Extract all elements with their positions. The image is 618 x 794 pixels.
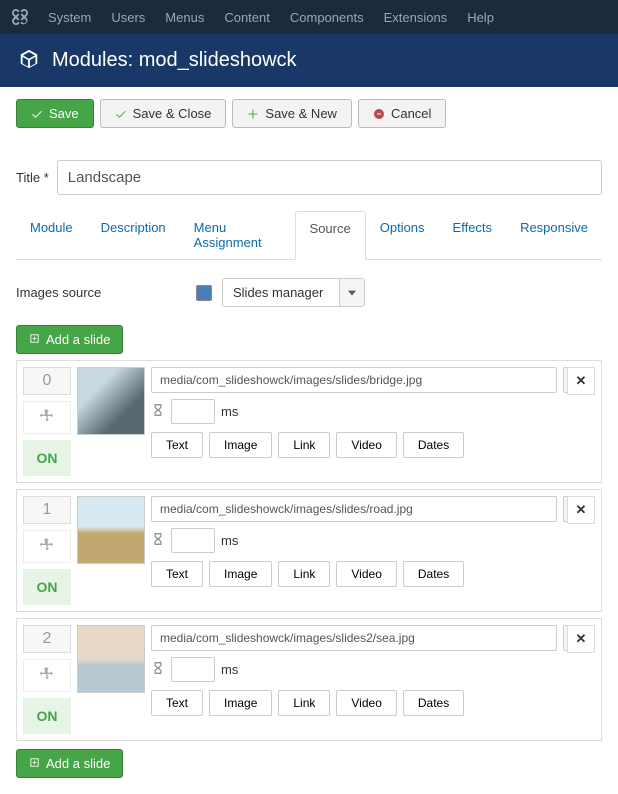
source-select[interactable]: Slides manager [222, 278, 365, 307]
remove-slide-button[interactable]: ✕ [567, 625, 595, 653]
slide-index: 1 [23, 496, 71, 524]
check-icon [31, 108, 43, 120]
joomla-logo-icon [10, 7, 30, 27]
nav-help[interactable]: Help [457, 10, 504, 25]
slide-dates-button[interactable]: Dates [403, 561, 464, 587]
slide-text-button[interactable]: Text [151, 432, 203, 458]
time-unit: ms [221, 533, 238, 548]
slide-time-input[interactable] [171, 528, 215, 553]
tabs: Module Description Menu Assignment Sourc… [16, 211, 602, 260]
source-select-value: Slides manager [222, 278, 340, 307]
tab-responsive[interactable]: Responsive [506, 211, 602, 259]
images-source-label: Images source [16, 285, 186, 300]
tab-options[interactable]: Options [366, 211, 439, 259]
tab-module[interactable]: Module [16, 211, 87, 259]
source-row: Images source Slides manager [16, 278, 602, 307]
slide-row: 1 ON ms TextImageLinkVideo Dates [16, 489, 602, 612]
slide-time-input[interactable] [171, 399, 215, 424]
move-icon[interactable] [23, 659, 71, 692]
slide-path-input[interactable] [151, 367, 557, 393]
slide-index: 2 [23, 625, 71, 653]
hourglass-icon [151, 532, 165, 549]
slide-image-button[interactable]: Image [209, 561, 272, 587]
move-icon[interactable] [23, 530, 71, 563]
add-slide-button-top[interactable]: Add a slide [16, 325, 123, 354]
move-icon[interactable] [23, 401, 71, 434]
slide-video-button[interactable]: Video [336, 432, 396, 458]
tab-effects[interactable]: Effects [439, 211, 507, 259]
time-unit: ms [221, 404, 238, 419]
tab-description[interactable]: Description [87, 211, 180, 259]
plus-icon [247, 108, 259, 120]
slide-image-button[interactable]: Image [209, 690, 272, 716]
time-unit: ms [221, 662, 238, 677]
slide-video-button[interactable]: Video [336, 690, 396, 716]
slide-index: 0 [23, 367, 71, 395]
slide-thumbnail [77, 625, 145, 693]
remove-slide-button[interactable]: ✕ [567, 496, 595, 524]
nav-system[interactable]: System [38, 10, 101, 25]
slide-text-button[interactable]: Text [151, 561, 203, 587]
check-icon [115, 108, 127, 120]
top-nav: System Users Menus Content Components Ex… [0, 0, 618, 34]
nav-content[interactable]: Content [214, 10, 280, 25]
page-header: Modules: mod_slideshowck [0, 34, 618, 87]
save-button[interactable]: Save [16, 99, 94, 128]
title-input[interactable] [57, 160, 602, 195]
slide-status[interactable]: ON [23, 440, 71, 476]
plus-box-icon [29, 756, 40, 771]
nav-menus[interactable]: Menus [155, 10, 214, 25]
slide-status[interactable]: ON [23, 569, 71, 605]
slide-link-button[interactable]: Link [278, 432, 330, 458]
slide-dates-button[interactable]: Dates [403, 690, 464, 716]
slide-link-button[interactable]: Link [278, 690, 330, 716]
tab-menu-assignment[interactable]: Menu Assignment [180, 211, 295, 259]
nav-components[interactable]: Components [280, 10, 374, 25]
hourglass-icon [151, 403, 165, 420]
slide-text-button[interactable]: Text [151, 690, 203, 716]
remove-slide-button[interactable]: ✕ [567, 367, 595, 395]
title-row: Title * [16, 160, 602, 195]
save-close-button[interactable]: Save & Close [100, 99, 227, 128]
plus-box-icon [29, 332, 40, 347]
hourglass-icon [151, 661, 165, 678]
slide-dates-button[interactable]: Dates [403, 432, 464, 458]
slide-status[interactable]: ON [23, 698, 71, 734]
slide-time-input[interactable] [171, 657, 215, 682]
slide-path-input[interactable] [151, 496, 557, 522]
slide-row: 2 ON ms TextImageLinkVideo Dates [16, 618, 602, 741]
nav-users[interactable]: Users [101, 10, 155, 25]
slide-image-button[interactable]: Image [209, 432, 272, 458]
cancel-icon [373, 108, 385, 120]
tab-source[interactable]: Source [295, 211, 366, 260]
slide-link-button[interactable]: Link [278, 561, 330, 587]
nav-extensions[interactable]: Extensions [374, 10, 458, 25]
cancel-button[interactable]: Cancel [358, 99, 446, 128]
slide-row: 0 ON ms TextImageLinkVideo Dates [16, 360, 602, 483]
add-slide-button-bottom[interactable]: Add a slide [16, 749, 123, 778]
save-new-button[interactable]: Save & New [232, 99, 352, 128]
title-label: Title * [16, 170, 49, 185]
caret-down-icon[interactable] [340, 278, 365, 307]
slide-thumbnail [77, 367, 145, 435]
cube-icon [18, 48, 40, 73]
slide-thumbnail [77, 496, 145, 564]
slide-video-button[interactable]: Video [336, 561, 396, 587]
page-title: Modules: mod_slideshowck [52, 49, 297, 72]
slide-path-input[interactable] [151, 625, 557, 651]
toolbar: Save Save & Close Save & New Cancel [0, 87, 618, 140]
slides-manager-icon [196, 285, 212, 301]
